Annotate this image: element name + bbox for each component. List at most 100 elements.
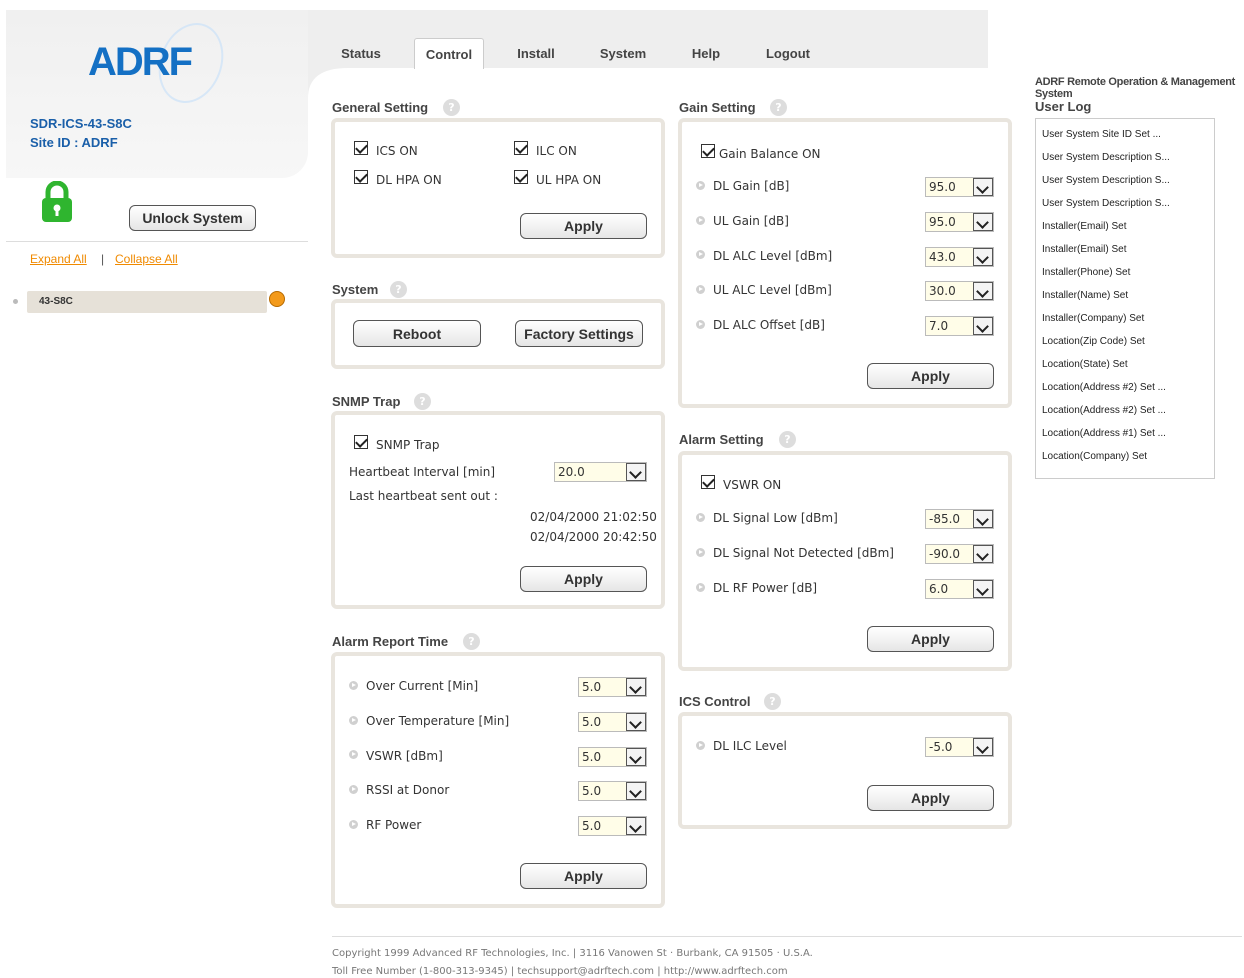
- help-icon[interactable]: ?: [463, 633, 480, 650]
- chevron-down-icon[interactable]: [973, 213, 993, 231]
- alarm-setting-select[interactable]: 6.0: [925, 579, 994, 599]
- dl-ilc-level-label: DL ILC Level: [713, 739, 787, 753]
- list-item[interactable]: Location(Address #2) Set ...: [1042, 382, 1166, 393]
- help-icon[interactable]: ?: [443, 99, 460, 116]
- tab-install[interactable]: Install: [506, 38, 566, 68]
- ics-control-apply-button[interactable]: Apply: [867, 785, 994, 811]
- ilc-on-label: ILC ON: [536, 144, 577, 158]
- select-value: 7.0: [929, 319, 949, 333]
- alarm-setting-select[interactable]: -85.0: [925, 509, 994, 529]
- alarm-setting-apply-button[interactable]: Apply: [867, 626, 994, 652]
- alarm-report-apply-button[interactable]: Apply: [520, 863, 647, 889]
- list-item[interactable]: Installer(Phone) Set: [1042, 267, 1130, 278]
- chevron-down-icon[interactable]: [626, 748, 646, 766]
- snmp-apply-button[interactable]: Apply: [520, 566, 647, 592]
- chevron-down-icon[interactable]: [626, 678, 646, 696]
- help-icon[interactable]: ?: [779, 431, 796, 448]
- ul-hpa-on-checkbox[interactable]: [514, 170, 528, 184]
- heartbeat-interval-select[interactable]: 20.0: [554, 462, 647, 482]
- alarm-report-select[interactable]: 5.0: [578, 747, 647, 767]
- tab-logout[interactable]: Logout: [758, 38, 818, 68]
- alarm-report-select[interactable]: 5.0: [578, 816, 647, 836]
- user-log-list: User System Site ID Set ... User System …: [1035, 118, 1215, 479]
- chevron-down-icon[interactable]: [973, 178, 993, 196]
- gain-row-select[interactable]: 95.0: [925, 212, 994, 232]
- tab-status[interactable]: Status: [332, 38, 390, 68]
- list-item[interactable]: User System Site ID Set ...: [1042, 129, 1161, 140]
- chevron-down-icon[interactable]: [973, 282, 993, 300]
- chevron-down-icon[interactable]: [973, 317, 993, 335]
- snmp-trap-checkbox[interactable]: [354, 435, 368, 449]
- list-item[interactable]: Installer(Company) Set: [1042, 313, 1144, 324]
- chevron-down-icon[interactable]: [626, 463, 646, 481]
- gain-row-select[interactable]: 95.0: [925, 177, 994, 197]
- vswr-on-checkbox[interactable]: [701, 475, 715, 489]
- alarm-report-label: VSWR [dBm]: [366, 749, 443, 763]
- tab-system[interactable]: System: [592, 38, 654, 68]
- alarm-report-select[interactable]: 5.0: [578, 677, 647, 697]
- general-apply-button[interactable]: Apply: [520, 213, 647, 239]
- bullet-icon: [349, 785, 358, 794]
- bullet-icon: [349, 820, 358, 829]
- chevron-down-icon[interactable]: [626, 713, 646, 731]
- alarm-report-select[interactable]: 5.0: [578, 712, 647, 732]
- gain-row-label: DL Gain [dB]: [713, 179, 790, 193]
- list-item[interactable]: User System Description S...: [1042, 175, 1170, 186]
- list-item[interactable]: Installer(Name) Set: [1042, 290, 1128, 301]
- footer-contact: Toll Free Number (1-800-313-9345) | tech…: [332, 966, 788, 977]
- tab-help[interactable]: Help: [684, 38, 728, 68]
- dl-hpa-on-checkbox[interactable]: [354, 170, 368, 184]
- list-item[interactable]: Location(State) Set: [1042, 359, 1128, 370]
- link-separator: |: [101, 252, 105, 266]
- alarm-setting-label: DL Signal Not Detected [dBm]: [713, 546, 894, 560]
- chevron-down-icon[interactable]: [973, 580, 993, 598]
- expand-all-link[interactable]: Expand All: [30, 252, 87, 266]
- list-item[interactable]: Location(Zip Code) Set: [1042, 336, 1145, 347]
- help-icon[interactable]: ?: [764, 693, 781, 710]
- select-value: -5.0: [929, 740, 953, 754]
- user-log-title: User Log: [1035, 99, 1092, 114]
- alarm-report-label: Over Temperature [Min]: [366, 714, 510, 728]
- list-item[interactable]: Installer(Email) Set: [1042, 221, 1126, 232]
- tab-control[interactable]: Control: [414, 38, 484, 69]
- device-name: SDR-ICS-43-S8C: [30, 116, 132, 131]
- list-item[interactable]: Location(Address #2) Set ...: [1042, 405, 1166, 416]
- gain-apply-button[interactable]: Apply: [867, 363, 994, 389]
- collapse-all-link[interactable]: Collapse All: [115, 252, 178, 266]
- chevron-down-icon[interactable]: [626, 782, 646, 800]
- unlock-system-button[interactable]: Unlock System: [129, 205, 256, 231]
- ilc-on-checkbox[interactable]: [514, 141, 528, 155]
- help-icon[interactable]: ?: [414, 393, 431, 410]
- chevron-down-icon[interactable]: [973, 510, 993, 528]
- alarm-setting-label: DL Signal Low [dBm]: [713, 511, 838, 525]
- factory-settings-button[interactable]: Factory Settings: [515, 320, 643, 347]
- list-item[interactable]: Installer(Email) Set: [1042, 244, 1126, 255]
- chevron-down-icon[interactable]: [973, 248, 993, 266]
- dl-ilc-level-select[interactable]: -5.0: [925, 737, 994, 757]
- list-item[interactable]: User System Description S...: [1042, 198, 1170, 209]
- gain-balance-checkbox[interactable]: [701, 144, 715, 158]
- lock-icon: [42, 181, 72, 222]
- help-icon[interactable]: ?: [770, 99, 787, 116]
- gain-row-select[interactable]: 30.0: [925, 281, 994, 301]
- gain-row-select[interactable]: 7.0: [925, 316, 994, 336]
- bullet-icon: [696, 548, 705, 557]
- bullet-icon: [696, 513, 705, 522]
- list-item[interactable]: Location(Address #1) Set ...: [1042, 428, 1166, 439]
- chevron-down-icon[interactable]: [973, 738, 993, 756]
- list-item[interactable]: User System Description S...: [1042, 152, 1170, 163]
- select-value: 43.0: [929, 250, 956, 264]
- help-icon[interactable]: ?: [390, 281, 407, 298]
- chevron-down-icon[interactable]: [973, 545, 993, 563]
- alarm-setting-select[interactable]: -90.0: [925, 544, 994, 564]
- gain-row-select[interactable]: 43.0: [925, 247, 994, 267]
- chevron-down-icon[interactable]: [626, 817, 646, 835]
- alarm-report-select[interactable]: 5.0: [578, 781, 647, 801]
- bullet-icon: [696, 181, 705, 190]
- last-heartbeat-time-2: 02/04/2000 20:42:50: [530, 530, 657, 544]
- ics-on-checkbox[interactable]: [354, 141, 368, 155]
- tree-item-label: 43-S8C: [39, 296, 73, 307]
- reboot-button[interactable]: Reboot: [353, 320, 481, 347]
- site-id: Site ID : ADRF: [30, 135, 118, 150]
- list-item[interactable]: Location(Company) Set: [1042, 451, 1147, 462]
